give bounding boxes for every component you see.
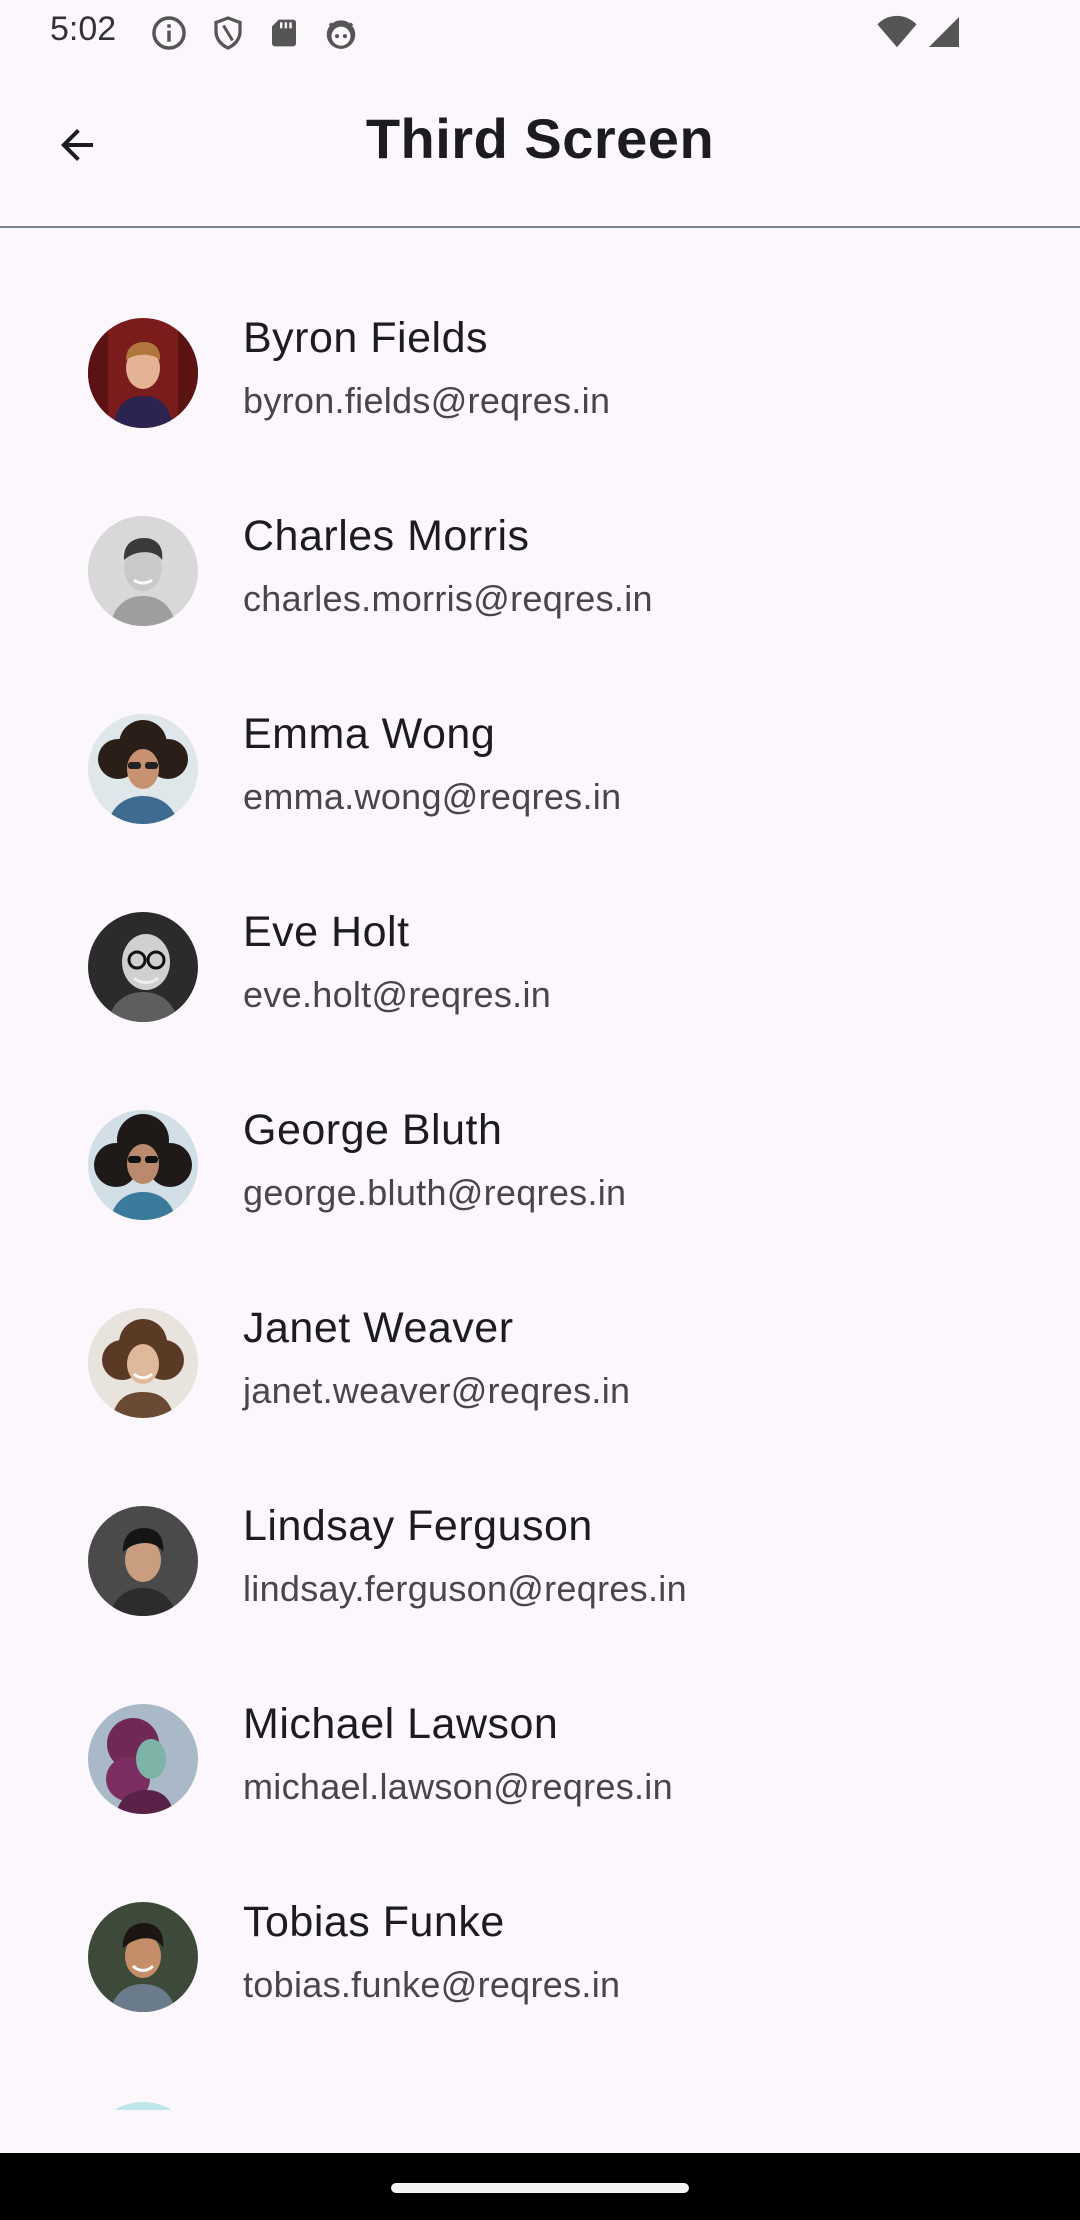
user-name: Byron Fields (243, 314, 488, 362)
info-icon (150, 14, 188, 52)
user-name: Lindsay Ferguson (243, 1502, 593, 1550)
avatar (88, 516, 198, 626)
navigation-bar (0, 2153, 1080, 2220)
wifi-icon (876, 15, 918, 54)
avatar (88, 912, 198, 1022)
list-item[interactable]: Michael Lawson michael.lawson@reqres.in (0, 1618, 1080, 1816)
third-screen: 5:02 Third Screen Byron Fields byron.fie… (0, 0, 1080, 2220)
list-item[interactable]: Emma Wong emma.wong@reqres.in (0, 628, 1080, 826)
cellular-signal-icon (926, 14, 962, 55)
user-email: tobias.funke@reqres.in (243, 1964, 621, 2005)
user-name: Emma Wong (243, 710, 496, 758)
list-item[interactable]: Janet Weaver janet.weaver@reqres.in (0, 1222, 1080, 1420)
avatar (88, 714, 198, 824)
sd-card-icon (268, 15, 300, 51)
user-email: janet.weaver@reqres.in (243, 1370, 631, 1411)
home-indicator[interactable] (391, 2183, 689, 2193)
list-item[interactable]: Byron Fields byron.fields@reqres.in (0, 232, 1080, 430)
user-name: Eve Holt (243, 908, 410, 956)
list-item[interactable]: George Bluth george.bluth@reqres.in (0, 1024, 1080, 1222)
user-email: michael.lawson@reqres.in (243, 1766, 673, 1807)
user-name: Michael Lawson (243, 1700, 559, 1748)
status-icons-left (150, 14, 360, 52)
user-email: eve.holt@reqres.in (243, 974, 552, 1015)
status-icons-right (876, 14, 962, 55)
status-bar: 5:02 (0, 0, 1080, 66)
list-item[interactable]: Eve Holt eve.holt@reqres.in (0, 826, 1080, 1024)
android-face-icon (322, 14, 360, 52)
avatar (88, 1308, 198, 1418)
avatar (88, 318, 198, 428)
user-email: emma.wong@reqres.in (243, 776, 622, 817)
avatar (88, 1704, 198, 1814)
user-email: george.bluth@reqres.in (243, 1172, 627, 1213)
list-item[interactable]: Lindsay Ferguson lindsay.ferguson@reqres… (0, 1420, 1080, 1618)
shield-icon (210, 14, 246, 52)
avatar (88, 1506, 198, 1616)
list-item[interactable]: Tobias Funke tobias.funke@reqres.in (0, 1816, 1080, 2014)
avatar (88, 1902, 198, 2012)
app-bar: Third Screen (0, 66, 1080, 228)
status-time: 5:02 (50, 10, 117, 48)
user-name: Tobias Funke (243, 1898, 505, 1946)
page-title: Third Screen (365, 107, 715, 170)
user-name: Janet Weaver (243, 1304, 514, 1352)
user-email: charles.morris@reqres.in (243, 578, 653, 619)
list-item[interactable]: Charles Morris charles.morris@reqres.in (0, 430, 1080, 628)
avatar (88, 1110, 198, 1220)
user-list[interactable]: Byron Fields byron.fields@reqres.in Char… (0, 232, 1080, 2110)
user-email: byron.fields@reqres.in (243, 380, 611, 421)
avatar (88, 2102, 198, 2110)
user-email: lindsay.ferguson@reqres.in (243, 1568, 687, 1609)
user-name: George Bluth (243, 1106, 503, 1154)
user-name: Charles Morris (243, 512, 530, 560)
